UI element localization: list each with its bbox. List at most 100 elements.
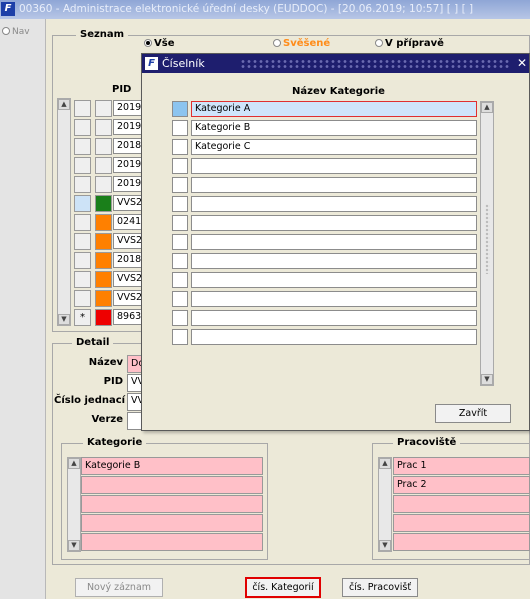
dialog-row[interactable] — [191, 234, 477, 250]
row-pid[interactable]: 89632 — [113, 309, 143, 325]
row-pid[interactable]: VVS2 — [113, 290, 143, 306]
scroll-up-icon[interactable]: ▲ — [68, 458, 80, 469]
kategorie-item[interactable] — [81, 476, 263, 494]
kategorie-item[interactable] — [81, 533, 263, 551]
dialog-row-selector[interactable] — [172, 177, 188, 193]
pracoviste-item[interactable] — [393, 495, 530, 513]
ciselnik-dialog: F Číselník ✕ Název Kategorie Kategorie A… — [141, 53, 530, 431]
filter-v-priprave[interactable]: V přípravě — [375, 38, 444, 49]
dialog-row[interactable]: Kategorie A — [191, 101, 477, 117]
radio-icon — [375, 39, 383, 47]
row-pid[interactable]: 2018/5 — [113, 138, 143, 154]
dialog-row-selector[interactable] — [172, 329, 188, 345]
dialog-row-selector[interactable] — [172, 139, 188, 155]
row-status-indicator — [95, 214, 112, 231]
nav-option[interactable]: Nav — [2, 27, 30, 37]
seznam-scrollbar[interactable]: ▲ ▼ — [57, 98, 71, 326]
dialog-row-selector[interactable] — [172, 101, 188, 117]
pracoviste-item[interactable] — [393, 514, 530, 532]
row-status-indicator — [95, 271, 112, 288]
row-pid[interactable]: 2019/1 — [113, 176, 143, 192]
row-pid[interactable]: 2018/5 — [113, 252, 143, 268]
dialog-row-selector[interactable] — [172, 310, 188, 326]
row-selector[interactable] — [74, 100, 91, 117]
scroll-down-icon[interactable]: ▼ — [481, 374, 493, 385]
row-selector[interactable] — [74, 138, 91, 155]
kategorie-item[interactable] — [81, 514, 263, 532]
row-selector[interactable] — [74, 290, 91, 307]
dialog-row[interactable] — [191, 272, 477, 288]
row-selector[interactable]: * — [74, 309, 91, 326]
dialog-row[interactable]: Kategorie C — [191, 139, 477, 155]
dialog-row[interactable]: Kategorie B — [191, 120, 477, 136]
pracoviste-item[interactable]: Prac 2 — [393, 476, 530, 494]
row-status-indicator — [95, 252, 112, 269]
scroll-up-icon[interactable]: ▲ — [379, 458, 391, 469]
row-pid[interactable]: VVS2 — [113, 233, 143, 249]
scroll-up-icon[interactable]: ▲ — [481, 102, 493, 113]
row-selector[interactable] — [74, 195, 91, 212]
row-selector[interactable] — [74, 119, 91, 136]
row-selector[interactable] — [74, 233, 91, 250]
seznam-title: Seznam — [76, 29, 129, 41]
dialog-row[interactable] — [191, 215, 477, 231]
filter-v-priprave-label: V přípravě — [385, 38, 444, 49]
scroll-down-icon[interactable]: ▼ — [379, 540, 391, 551]
dialog-row-selector[interactable] — [172, 158, 188, 174]
row-selector[interactable] — [74, 252, 91, 269]
app-logo-icon: F — [1, 2, 15, 16]
cis-kategorii-button[interactable]: čís. Kategorií — [245, 577, 321, 598]
row-selector[interactable] — [74, 176, 91, 193]
row-selector[interactable] — [74, 271, 91, 288]
row-pid[interactable]: VVS2 — [113, 271, 143, 287]
pracoviste-title: Pracoviště — [393, 437, 461, 449]
pracoviste-scrollbar[interactable]: ▲ ▼ — [378, 457, 392, 552]
row-pid[interactable]: 2019/1 — [113, 119, 143, 135]
dialog-row-selector[interactable] — [172, 272, 188, 288]
row-pid[interactable]: 2019/1 — [113, 157, 143, 173]
dialog-row[interactable] — [191, 177, 477, 193]
dialog-row[interactable] — [191, 329, 477, 345]
dialog-row[interactable] — [191, 310, 477, 326]
pracoviste-item[interactable]: Prac 1 — [393, 457, 530, 475]
kategorie-item[interactable]: Kategorie B — [81, 457, 263, 475]
dialog-row-selector[interactable] — [172, 291, 188, 307]
row-selector[interactable] — [74, 214, 91, 231]
close-icon[interactable]: ✕ — [517, 54, 527, 73]
detail-title: Detail — [72, 337, 114, 349]
scroll-down-icon[interactable]: ▼ — [58, 314, 70, 325]
cis-pracovist-button[interactable]: čís. Pracovišť — [342, 578, 418, 597]
row-pid[interactable]: VVS2 — [113, 195, 143, 211]
dialog-row-selector[interactable] — [172, 196, 188, 212]
new-record-button[interactable]: Nový záznam — [75, 578, 163, 597]
row-status-indicator — [95, 309, 112, 326]
dialog-row[interactable] — [191, 291, 477, 307]
dialog-column-header: Název Kategorie — [292, 86, 385, 97]
dialog-close-button[interactable]: Zavřít — [435, 404, 511, 423]
dialog-row-selector[interactable] — [172, 215, 188, 231]
dialog-row[interactable] — [191, 253, 477, 269]
row-pid[interactable]: 02415 — [113, 214, 143, 230]
dialog-row[interactable] — [191, 158, 477, 174]
scroll-up-icon[interactable]: ▲ — [58, 99, 70, 110]
dialog-row[interactable] — [191, 196, 477, 212]
pracoviste-item[interactable] — [393, 533, 530, 551]
kategorie-scrollbar[interactable]: ▲ ▼ — [67, 457, 81, 552]
dialog-title: Číselník — [162, 57, 205, 70]
filter-vse[interactable]: Vše — [144, 38, 174, 49]
row-selector[interactable] — [74, 157, 91, 174]
dialog-title-bar[interactable]: F Číselník ✕ — [142, 54, 529, 73]
row-pid[interactable]: 2019/1 — [113, 100, 143, 116]
filter-svesene[interactable]: Svěšené — [273, 38, 330, 49]
row-status-indicator — [95, 119, 112, 136]
dialog-row-selector[interactable] — [172, 234, 188, 250]
dialog-row-selector[interactable] — [172, 253, 188, 269]
detail-label-nazev: Název — [88, 357, 123, 368]
radio-icon — [273, 39, 281, 47]
row-status-indicator — [95, 195, 112, 212]
window-title-bar: F 00360 - Administrace elektronické úřed… — [0, 0, 530, 19]
dialog-logo-icon: F — [145, 57, 158, 70]
kategorie-item[interactable] — [81, 495, 263, 513]
dialog-row-selector[interactable] — [172, 120, 188, 136]
scroll-down-icon[interactable]: ▼ — [68, 540, 80, 551]
